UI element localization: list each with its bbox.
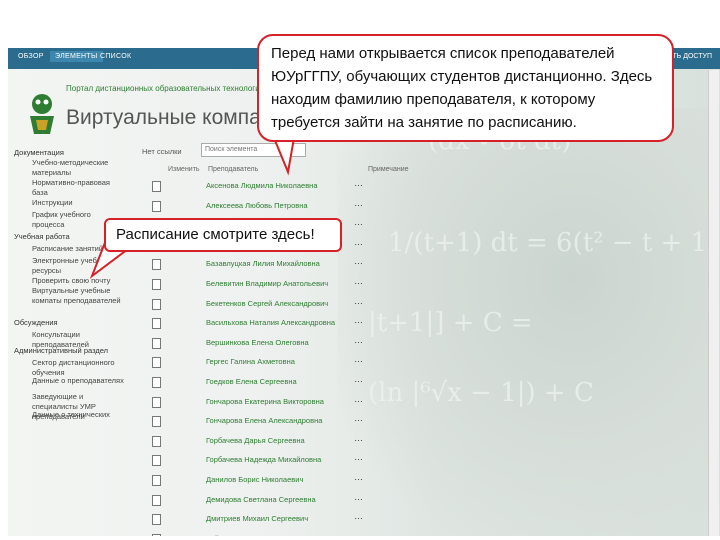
document-icon[interactable] — [152, 181, 161, 192]
sidebar-item[interactable]: Виртуальные учебные компаты преподавател… — [32, 286, 124, 306]
row-menu-icon[interactable]: … — [354, 256, 363, 266]
callout-teacher-list: Перед нами открывается список преподават… — [257, 34, 674, 142]
tab-overview[interactable]: ОБЗОР — [18, 53, 44, 60]
row-menu-icon[interactable]: … — [354, 335, 363, 345]
teacher-link[interactable]: Демидова Светлана Сергеевна — [206, 495, 316, 504]
document-icon[interactable] — [152, 259, 161, 270]
row-menu-icon[interactable]: … — [354, 354, 363, 364]
teacher-link[interactable]: Данилов Борис Николаевич — [206, 475, 303, 484]
document-icon[interactable] — [152, 495, 161, 506]
scrollbar[interactable] — [708, 70, 719, 536]
teacher-link[interactable]: Зайкова Екатерина Викторовна — [206, 534, 316, 536]
no-links-label: Нет ссылки — [142, 147, 182, 156]
chalk-formula: (ln |⁶√x − 1|) + C — [368, 378, 594, 408]
sidebar-heading[interactable]: Административный раздел — [14, 346, 124, 356]
teacher-link[interactable]: Васильхова Наталия Александровна — [206, 318, 335, 327]
document-icon[interactable] — [152, 338, 161, 349]
document-icon[interactable] — [152, 514, 161, 525]
teacher-link[interactable]: Базавлуцкая Лилия Михайловна — [206, 259, 320, 268]
sidebar-item[interactable]: Данные о технических — [32, 410, 124, 420]
site-title: Виртуальные компаты — [66, 106, 285, 129]
sidebar-item[interactable]: Учебно-методические материалы — [32, 158, 124, 178]
column-change[interactable]: Изменить — [168, 166, 200, 173]
document-icon[interactable] — [152, 318, 161, 329]
teacher-link[interactable]: Гончарова Елена Александровна — [206, 416, 322, 425]
teacher-link[interactable]: Алексеева Любовь Петровна — [206, 201, 308, 210]
teacher-link[interactable]: Дмитриев Михаил Сергеевич — [206, 514, 308, 523]
document-icon[interactable] — [152, 475, 161, 486]
document-icon[interactable] — [152, 397, 161, 408]
row-menu-icon[interactable]: … — [354, 511, 363, 521]
teacher-link[interactable]: Белевитин Владимир Анатольевич — [206, 279, 328, 288]
document-icon[interactable] — [152, 377, 161, 388]
sidebar-heading[interactable]: Обсуждения — [14, 318, 124, 328]
column-note[interactable]: Примечание — [368, 166, 409, 173]
row-menu-icon[interactable]: … — [354, 394, 363, 404]
sidebar-heading[interactable]: Документация — [14, 148, 124, 158]
teacher-link[interactable]: Горбачева Надежда Михайловна — [206, 455, 321, 464]
row-menu-icon[interactable]: … — [354, 531, 363, 536]
document-icon[interactable] — [152, 201, 161, 212]
row-menu-icon[interactable]: … — [354, 374, 363, 384]
chalk-formula: |t+1|] + C = — [368, 308, 533, 338]
tab-items[interactable]: ЭЛЕМЕНТЫ — [50, 51, 103, 62]
sidebar-item[interactable]: Данные о преподавателях — [32, 376, 124, 386]
row-menu-icon[interactable]: … — [354, 237, 363, 247]
document-icon[interactable] — [152, 455, 161, 466]
sidebar-item[interactable]: Сектор дистанционного обучения — [32, 358, 124, 378]
row-menu-icon[interactable]: … — [354, 472, 363, 482]
row-menu-icon[interactable]: … — [354, 492, 363, 502]
teacher-link[interactable]: Горбачева Дарья Сергеевна — [206, 436, 305, 445]
teacher-link[interactable]: Вершинкова Елена Олеговна — [206, 338, 309, 347]
document-icon[interactable] — [152, 299, 161, 310]
portal-title[interactable]: Портал дистанционных образовательных тех… — [66, 84, 287, 93]
document-icon[interactable] — [152, 357, 161, 368]
sidebar-item[interactable]: Инструкции — [32, 198, 124, 208]
teacher-link[interactable]: Гергес Галина Ахметовна — [206, 357, 295, 366]
document-icon[interactable] — [152, 279, 161, 290]
column-teacher[interactable]: Преподаватель — [208, 166, 258, 173]
document-icon[interactable] — [152, 416, 161, 427]
document-icon[interactable] — [152, 436, 161, 447]
row-menu-icon[interactable]: … — [354, 276, 363, 286]
row-menu-icon[interactable]: … — [354, 296, 363, 306]
callout-schedule: Расписание смотрите здесь! — [104, 218, 342, 252]
row-menu-icon[interactable]: … — [354, 452, 363, 462]
tab-list[interactable]: СПИСОК — [100, 53, 131, 60]
row-menu-icon[interactable]: … — [354, 315, 363, 325]
teacher-link[interactable]: Гончарова Екатерина Викторовна — [206, 397, 324, 406]
chalk-formula: 1/(t+1) dt = 6(t² − t + 1) — [388, 228, 718, 258]
callout-tail — [272, 138, 296, 176]
document-icon[interactable] — [152, 534, 161, 536]
sidebar-item[interactable]: Нормативно-правовая база — [32, 178, 124, 198]
university-logo-icon — [30, 94, 54, 134]
row-menu-icon[interactable]: … — [354, 178, 363, 188]
teacher-link[interactable]: Аксенова Людмила Николаевна — [206, 181, 318, 190]
row-menu-icon[interactable]: … — [354, 433, 363, 443]
row-menu-icon[interactable]: … — [354, 413, 363, 423]
teacher-link[interactable]: Бекетенков Сергей Александрович — [206, 299, 328, 308]
teacher-link[interactable]: Гоедков Елена Сергеевна — [206, 377, 297, 386]
row-menu-icon[interactable]: … — [354, 198, 363, 208]
row-menu-icon[interactable]: … — [354, 217, 363, 227]
